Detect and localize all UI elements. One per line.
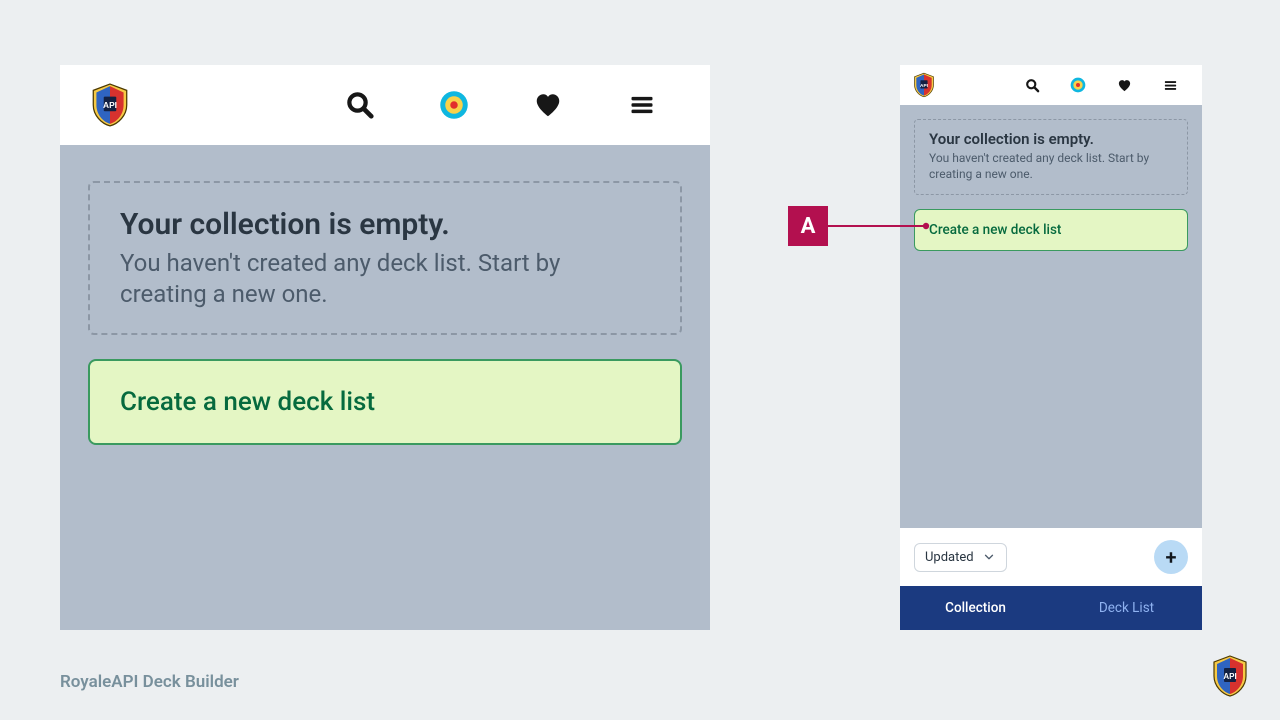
empty-collection-notice: Your collection is empty. You haven't cr…	[88, 181, 682, 335]
create-deck-list-button[interactable]: Create a new deck list	[914, 209, 1188, 251]
page-caption: RoyaleAPI Deck Builder	[60, 672, 239, 692]
bottom-tabbar: Collection Deck List	[900, 586, 1202, 630]
brand-logo-icon	[1210, 654, 1250, 698]
tab-deck-list[interactable]: Deck List	[1051, 586, 1202, 630]
search-button[interactable]	[1012, 78, 1052, 93]
notice-message: You haven't created any deck list. Start…	[120, 248, 650, 309]
menu-icon	[1163, 78, 1178, 93]
annotation-callout: A	[788, 206, 828, 246]
heart-icon	[1117, 78, 1132, 93]
notice-title: Your collection is empty.	[929, 130, 1173, 148]
add-deck-fab[interactable]: +	[1154, 540, 1188, 574]
search-icon	[345, 90, 375, 120]
sort-select[interactable]: Updated	[914, 543, 1007, 572]
appbar	[60, 65, 710, 145]
target-icon	[439, 90, 469, 120]
notice-message: You haven't created any deck list. Start…	[929, 151, 1173, 182]
empty-collection-notice: Your collection is empty. You haven't cr…	[914, 119, 1188, 195]
desktop-preview-panel: Your collection is empty. You haven't cr…	[60, 65, 710, 630]
app-logo-icon	[912, 72, 936, 98]
chevron-down-icon	[982, 550, 996, 564]
target-button[interactable]	[1058, 77, 1098, 93]
list-toolbar: Updated +	[900, 528, 1202, 586]
annotation-label: A	[788, 206, 828, 246]
menu-button[interactable]	[1150, 78, 1190, 93]
target-button[interactable]	[414, 90, 494, 120]
menu-icon	[628, 91, 656, 119]
notice-title: Your collection is empty.	[120, 207, 650, 242]
sort-value: Updated	[925, 550, 974, 565]
favorites-button[interactable]	[1104, 78, 1144, 93]
favorites-button[interactable]	[508, 90, 588, 120]
target-icon	[1070, 77, 1086, 93]
plus-icon: +	[1166, 545, 1177, 569]
create-deck-list-button[interactable]: Create a new deck list	[88, 359, 682, 445]
search-icon	[1025, 78, 1040, 93]
tab-collection[interactable]: Collection	[900, 586, 1051, 630]
mobile-preview-panel: Your collection is empty. You haven't cr…	[900, 65, 1202, 630]
app-logo-icon	[88, 82, 132, 128]
appbar	[900, 65, 1202, 105]
menu-button[interactable]	[602, 91, 682, 119]
search-button[interactable]	[320, 90, 400, 120]
heart-icon	[533, 90, 563, 120]
